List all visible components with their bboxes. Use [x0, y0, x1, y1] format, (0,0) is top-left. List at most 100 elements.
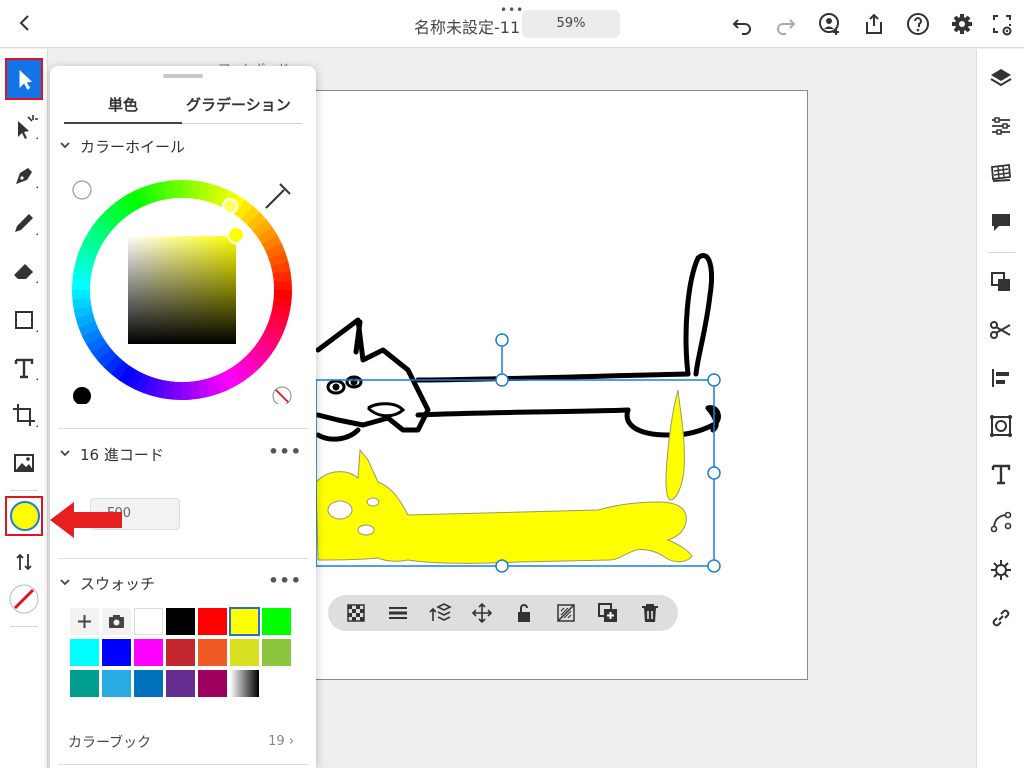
image-tool[interactable] [8, 447, 40, 479]
swatch[interactable] [102, 670, 131, 697]
direct-selection-tool[interactable] [8, 111, 40, 143]
eraser-icon [14, 264, 38, 283]
type-panel-icon[interactable] [989, 462, 1013, 486]
path-icon[interactable] [989, 510, 1013, 534]
repeat-icon[interactable] [989, 414, 1013, 438]
swatch[interactable] [198, 670, 227, 697]
direct-selection-icon [18, 115, 38, 139]
eraser-tool[interactable] [8, 255, 40, 287]
hue-handle[interactable] [222, 198, 238, 214]
preview-icon[interactable] [990, 12, 1014, 36]
rectangle-tool[interactable] [8, 304, 40, 336]
color-book-label[interactable]: カラーブック [68, 732, 151, 752]
cat-face [326, 375, 406, 418]
swatch-gradient[interactable] [230, 670, 259, 697]
mask-icon[interactable] [554, 601, 578, 625]
selection-tool[interactable] [5, 58, 43, 100]
chevron-down-icon [60, 450, 70, 457]
toolbar-divider [10, 626, 38, 627]
swatch[interactable] [102, 639, 131, 666]
comments-icon[interactable] [989, 210, 1013, 234]
swatch[interactable] [230, 639, 259, 666]
swatch[interactable] [134, 608, 163, 635]
panel-divider [987, 252, 1015, 253]
top-bar: ••• 名称未設定-11 59% [0, 0, 1024, 48]
artboard-tool[interactable] [8, 399, 40, 431]
help-icon[interactable] [906, 12, 930, 36]
more-icon[interactable]: ••• [268, 571, 302, 590]
cat-outline [315, 253, 721, 442]
stroke-color-chip[interactable] [8, 583, 40, 615]
hex-section-header[interactable]: 16 進コード ••• [58, 442, 308, 466]
color-book-count[interactable]: 19 › [268, 734, 294, 749]
swap-fill-stroke[interactable] [8, 546, 40, 578]
no-color-icon[interactable] [272, 386, 292, 406]
swatch[interactable] [229, 607, 260, 636]
swatch[interactable] [70, 670, 99, 697]
swatch[interactable] [70, 639, 99, 666]
pencil-tool[interactable] [8, 207, 40, 239]
stroke-none-icon [9, 584, 39, 614]
align-icon[interactable] [989, 366, 1013, 390]
black-reset-icon[interactable] [73, 387, 91, 405]
symbol-icon[interactable] [989, 558, 1013, 582]
right-panel-bar [976, 49, 1024, 768]
properties-icon[interactable] [989, 114, 1013, 138]
layers-icon[interactable] [989, 66, 1013, 90]
more-icon[interactable]: ••• [268, 442, 302, 461]
tab-gradient[interactable]: グラデーション [186, 94, 291, 115]
scissors-icon[interactable] [989, 318, 1013, 342]
white-reset-icon[interactable] [72, 180, 92, 200]
lines-icon[interactable] [386, 601, 410, 625]
swatch[interactable] [262, 639, 291, 666]
pen-tool[interactable] [8, 160, 40, 192]
arrange-layers-icon[interactable] [428, 601, 452, 625]
invite-user-icon[interactable] [818, 12, 842, 36]
eyedropper-icon[interactable] [265, 183, 291, 209]
move-icon[interactable] [470, 601, 494, 625]
add-swatch-icon[interactable] [70, 608, 99, 635]
swatches-section-header[interactable]: スウォッチ ••• [58, 571, 308, 595]
color-wheel[interactable] [70, 178, 294, 406]
share-icon[interactable] [862, 12, 886, 36]
tab-solid[interactable]: 単色 [108, 94, 138, 115]
section-label: 16 進コード [80, 446, 164, 464]
pen-icon [16, 168, 38, 188]
camera-icon[interactable] [102, 608, 131, 635]
swatch[interactable] [134, 639, 163, 666]
document-menu-dots[interactable]: ••• [500, 4, 524, 16]
type-tool[interactable] [8, 352, 40, 384]
chevron-down-icon [60, 142, 70, 149]
settings-icon[interactable] [950, 12, 974, 36]
color-panel: 単色 グラデーション カラーホイール 16 進コード ••• スウォッチ •••… [50, 66, 316, 768]
undo-icon[interactable] [730, 12, 754, 36]
color-mode-tabs: 単色 グラデーション [64, 90, 302, 124]
color-wheel-section-header[interactable]: カラーホイール [58, 134, 308, 158]
saturation-handle[interactable] [227, 226, 245, 244]
panel-grip[interactable] [163, 74, 203, 78]
toolbar-divider [10, 490, 38, 491]
swatch[interactable] [262, 608, 291, 635]
transparency-icon[interactable] [344, 601, 368, 625]
back-icon[interactable] [14, 12, 36, 34]
arrange-icon[interactable] [989, 270, 1013, 294]
swatch[interactable] [166, 670, 195, 697]
fill-color-chip[interactable] [5, 496, 43, 536]
section-divider [58, 558, 308, 559]
swatch[interactable] [166, 639, 195, 666]
chevron-down-icon [60, 579, 70, 586]
swatch[interactable] [166, 608, 195, 635]
redo-icon[interactable] [774, 12, 798, 36]
swatch[interactable] [198, 639, 227, 666]
link-icon[interactable] [989, 606, 1013, 630]
section-label: カラーホイール [80, 138, 186, 156]
document-title[interactable]: 名称未設定-11 [414, 14, 520, 38]
swatch[interactable] [198, 608, 227, 635]
duplicate-icon[interactable] [596, 601, 620, 625]
delete-icon[interactable] [638, 601, 662, 625]
zoom-level[interactable]: 59% [522, 10, 620, 38]
artboard-crop-icon [13, 404, 38, 427]
libraries-icon[interactable] [989, 162, 1013, 186]
swatch[interactable] [134, 670, 163, 697]
lock-icon[interactable] [512, 601, 536, 625]
